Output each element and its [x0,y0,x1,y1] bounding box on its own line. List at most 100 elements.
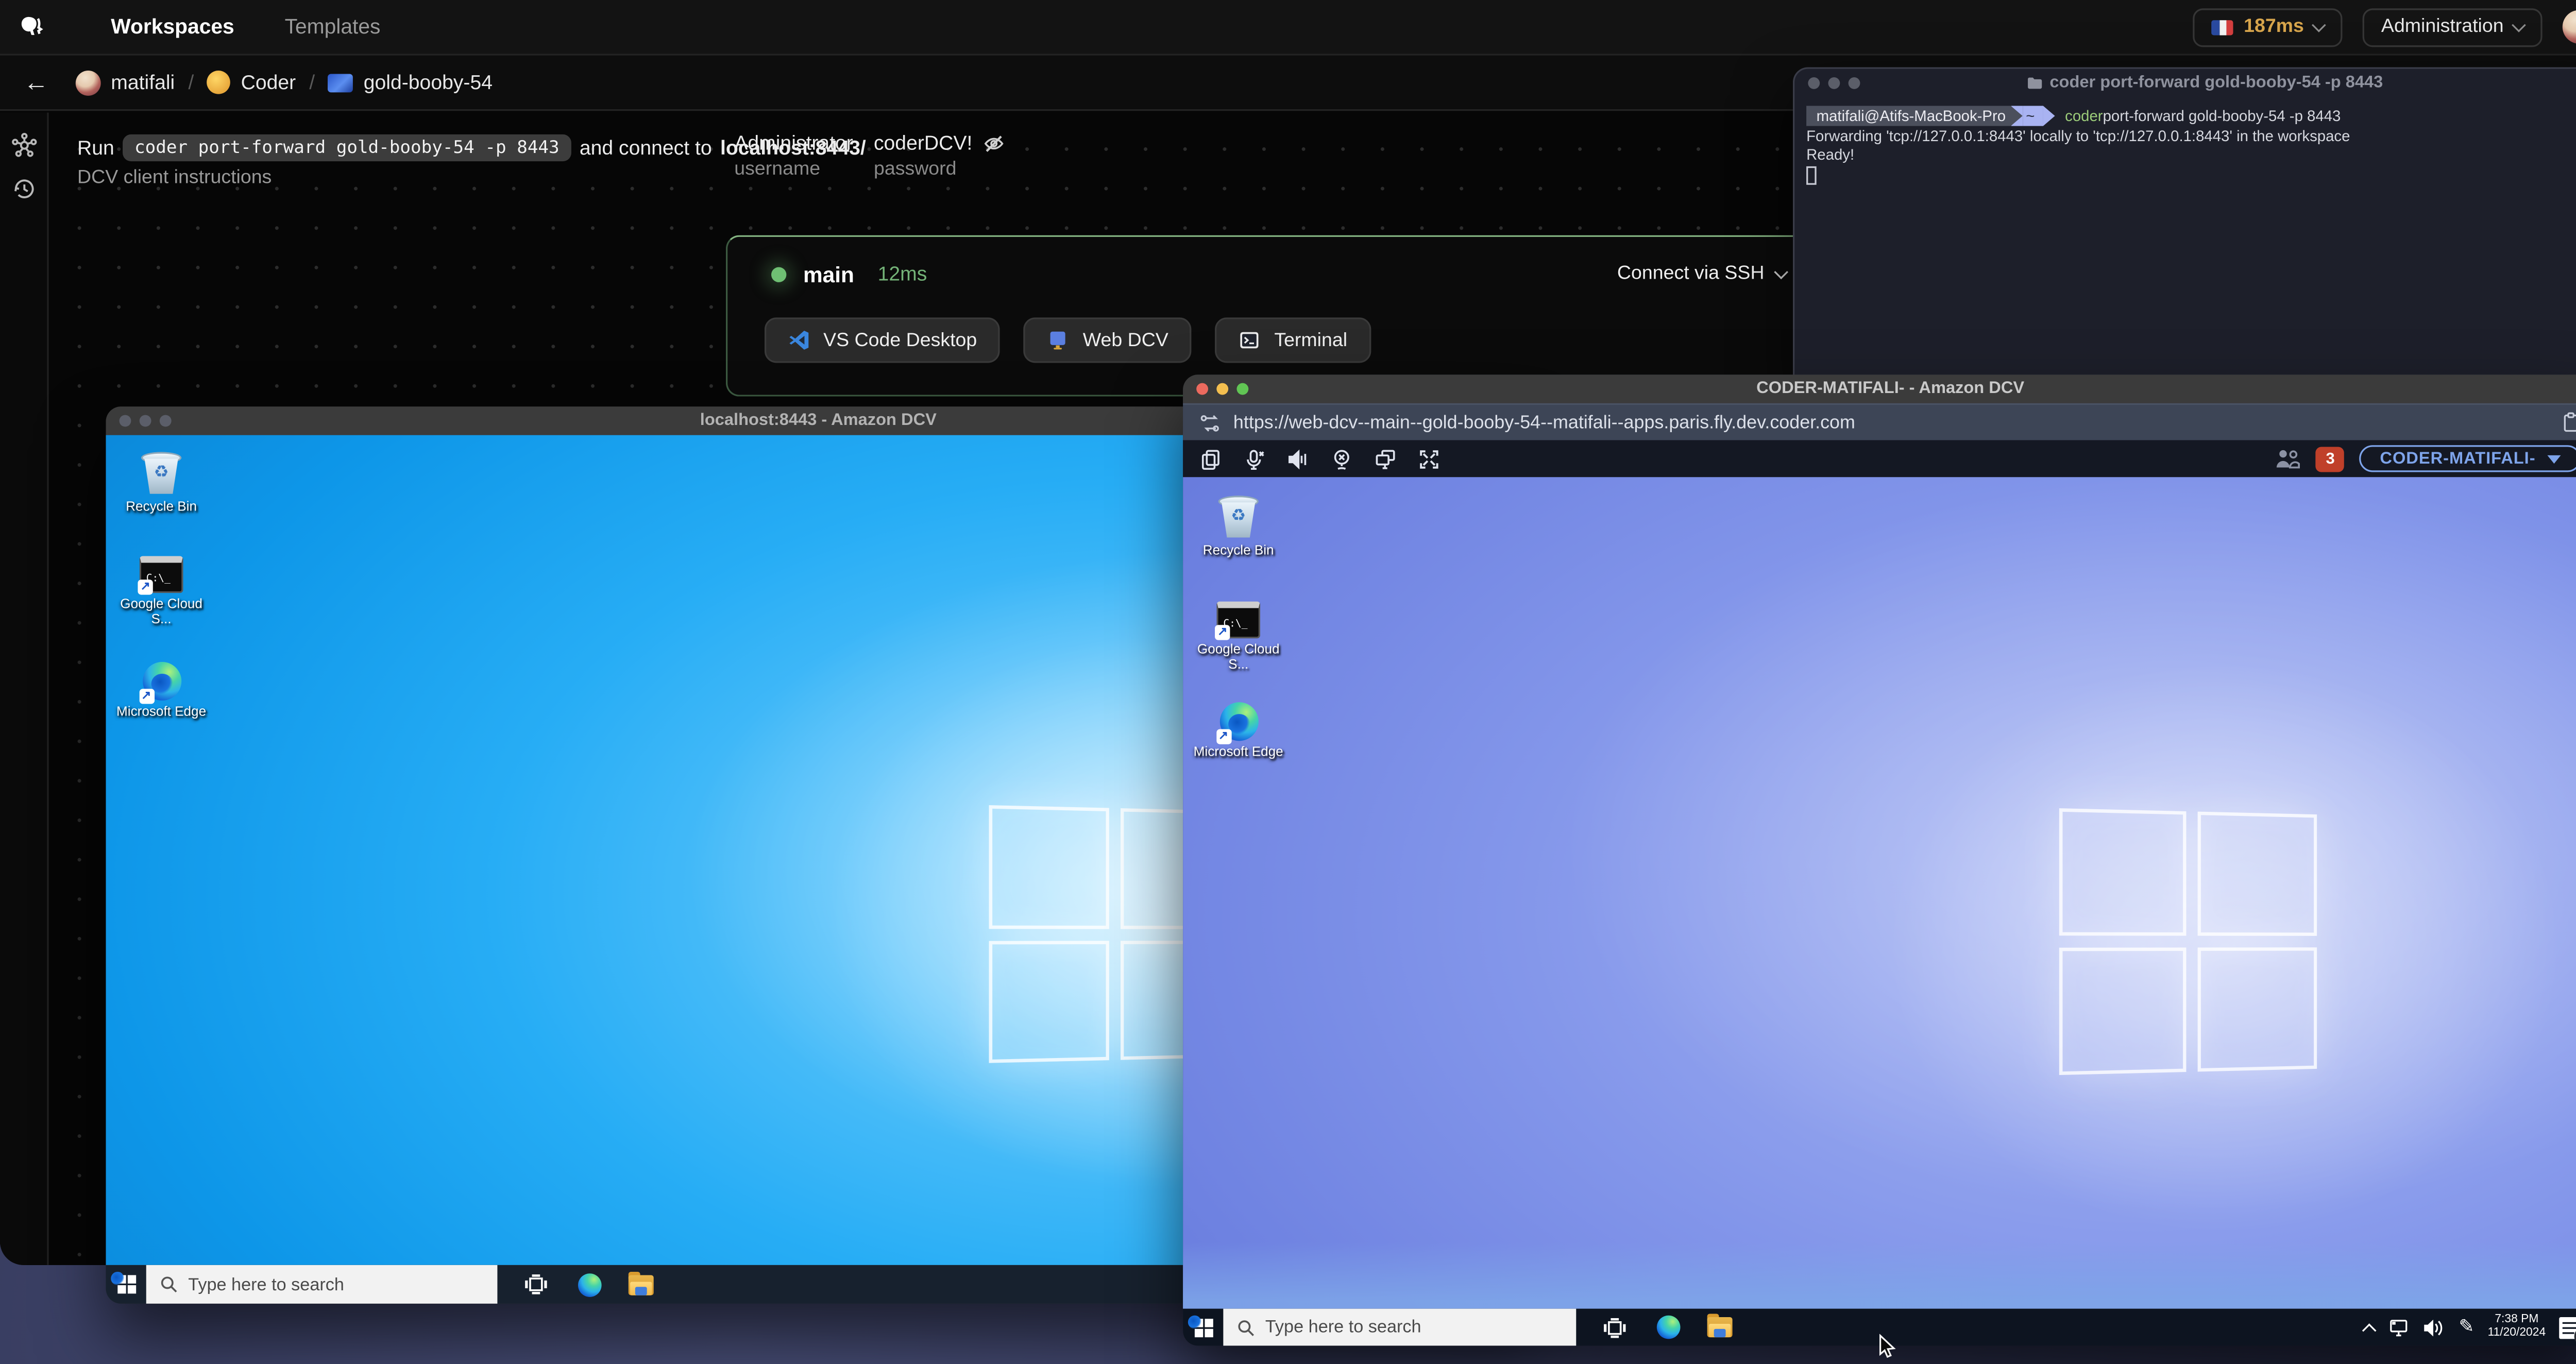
taskbar-file-explorer-button[interactable] [628,1271,654,1294]
taskbar-search-box[interactable]: Type here to search [1223,1308,1577,1346]
coder-logo-icon [21,16,43,35]
terminal-output-line: Forwarding 'tcp://127.0.0.1:8443' locall… [1806,127,2350,145]
macos-terminal-window: coder port-forward gold-booby-54 -p 8443… [1792,67,2576,390]
desktop-icon-label: Google Cloud S... [1197,641,1280,672]
chevron-down-icon [2312,17,2327,32]
latency-pill[interactable]: 187ms [2193,7,2343,46]
terminal-button[interactable]: Terminal [1215,317,1371,363]
shortcut-arrow-icon: ↗ [139,689,154,704]
connection-icon [1200,414,1219,431]
resources-topology-icon[interactable] [0,123,49,166]
tray-chevron-up-icon[interactable] [2362,1322,2377,1337]
session-menu-button[interactable]: CODER-MATIFALI- [2360,445,2576,472]
command-name: coder [2065,107,2103,124]
speaker-icon[interactable] [2424,1318,2445,1337]
taskbar-clock[interactable]: 7:38 PM 11/20/2024 [2488,1313,2546,1341]
notification-count-badge[interactable]: 3 [2316,446,2345,471]
password-value: coderDCV! [873,131,973,155]
dcv-front-titlebar[interactable]: CODER-MATIFALI- - Amazon DCV [1183,374,2576,403]
desktop-icon-microsoft-edge[interactable]: ↗ Microsoft Edge [116,662,207,719]
dcv-front-title: CODER-MATIFALI- - Amazon DCV [1756,380,2025,398]
search-placeholder: Type here to search [1265,1317,1421,1338]
desktop-icon-google-cloud[interactable]: C:\_ ↗ Google Cloud S... [1193,601,1284,672]
username-field: Administrator username [734,131,853,180]
dcv-url-bar[interactable]: https://web-dcv--main--gold-booby-54--ma… [1183,403,2576,440]
workspace-thumbnail-icon [328,73,354,92]
taskbar-edge-button[interactable] [1188,1315,1681,1339]
taskbar-search-box[interactable]: Type here to search [146,1265,498,1304]
terminal-label: Terminal [1274,330,1348,351]
org-emoji-icon [207,70,231,94]
prompt-host-segment: matifali@Atifs-MacBook-Pro [1806,106,2011,126]
desktop-icon-recycle-bin[interactable]: ♻ Recycle Bin [116,452,207,514]
users-icon[interactable] [2276,449,2301,469]
mic-muted-icon[interactable] [1243,448,1265,469]
breadcrumb-workspace-label: gold-booby-54 [363,70,493,94]
web-dcv-button[interactable]: Web DCV [1024,317,1192,363]
desktop-icon-label: Microsoft Edge [116,704,207,719]
tab-templates[interactable]: Templates [285,15,381,39]
vscode-desktop-button[interactable]: VS Code Desktop [764,317,1001,363]
clipboard-icon[interactable] [2561,412,2576,433]
password-label: password [873,159,957,180]
action-center-button[interactable]: 1 [2559,1316,2576,1345]
terminal-icon [1241,332,1259,349]
copy-icon[interactable] [1200,448,1222,469]
coder-logo[interactable] [17,12,61,41]
agent-card: main 12ms Connect via SSH VS Code Deskto… [725,235,1815,397]
webcam-off-icon[interactable] [1331,448,1352,469]
taskbar-file-explorer-button[interactable] [1707,1314,1733,1338]
speaker-icon[interactable] [1287,448,1309,469]
desktop-icon-label: Google Cloud S... [120,596,202,627]
mouse-cursor [1879,1334,1896,1358]
windows-wallpaper-logo [2059,808,2317,1076]
username-value: Administrator [734,131,853,155]
agent-latency: 12ms [877,262,927,286]
task-view-button[interactable] [524,1273,548,1295]
breadcrumb-workspace[interactable]: gold-booby-54 [328,71,493,94]
desktop-icon-recycle-bin[interactable]: ♻ Recycle Bin [1193,496,1284,558]
recycle-bin-icon: ♻ [1218,496,1259,539]
vscode-icon [789,330,809,350]
terminal-content[interactable]: matifali@Atifs-MacBook-Pro ~ coder port-… [1794,97,2576,194]
fullscreen-icon[interactable] [1418,448,1440,469]
search-icon [161,1276,177,1293]
administration-menu-button[interactable]: Administration [2363,7,2543,46]
task-view-button[interactable] [1603,1316,1626,1338]
desktop-icon-label: Recycle Bin [1202,542,1274,558]
breadcrumb-separator: / [188,70,194,94]
display-network-icon[interactable] [2388,1318,2410,1337]
user-avatar-small [75,70,101,95]
breadcrumb-user[interactable]: matifali [75,70,175,95]
user-avatar[interactable] [2562,10,2576,44]
dcv-toolbar: 3 CODER-MATIFALI- [1183,440,2576,478]
windows-desktop[interactable]: ♻ Recycle Bin C:\_ ↗ Google Cloud S... ↗… [1183,477,2576,1309]
connect-via-ssh-label: Connect via SSH [1617,264,1765,284]
prompt-path-segment: ~ [2022,106,2043,126]
session-name: CODER-MATIFALI- [2380,449,2536,468]
desktop-icon-google-cloud[interactable]: C:\_ ↗ Google Cloud S... [116,556,207,627]
dropdown-triangle-icon [2547,454,2561,463]
shortcut-arrow-icon: ↗ [1215,729,1231,744]
pen-icon[interactable]: ✎ [2459,1317,2474,1337]
dcv-client-instructions-link[interactable]: DCV client instructions [77,168,272,188]
back-button[interactable]: ← [24,68,49,96]
connect-via-ssh-button[interactable]: Connect via SSH [1617,264,1789,284]
clock-time: 7:38 PM [2495,1312,2539,1325]
dcv-url: https://web-dcv--main--gold-booby-54--ma… [1233,412,1855,433]
dcv-window-coder-matifali: CODER-MATIFALI- - Amazon DCV https://web… [1183,374,2576,1346]
history-icon[interactable] [0,166,49,210]
displays-icon[interactable] [1375,448,1396,469]
desktop-icon-label: Microsoft Edge [1193,744,1283,760]
chevron-down-icon [2512,17,2526,32]
powerline-arrow [2010,106,2023,126]
desktop-icon-microsoft-edge[interactable]: ↗ Microsoft Edge [1193,702,1284,759]
search-placeholder: Type here to search [188,1274,344,1294]
terminal-titlebar[interactable]: coder port-forward gold-booby-54 -p 8443 [1794,69,2576,97]
taskbar-edge-button[interactable] [111,1271,602,1297]
monitor-icon [1050,331,1066,350]
tab-workspaces[interactable]: Workspaces [111,15,234,39]
command-window-icon: C:\_ ↗ [138,556,183,595]
breadcrumb-org[interactable]: Coder [207,70,296,94]
eye-off-icon[interactable] [982,132,1004,154]
